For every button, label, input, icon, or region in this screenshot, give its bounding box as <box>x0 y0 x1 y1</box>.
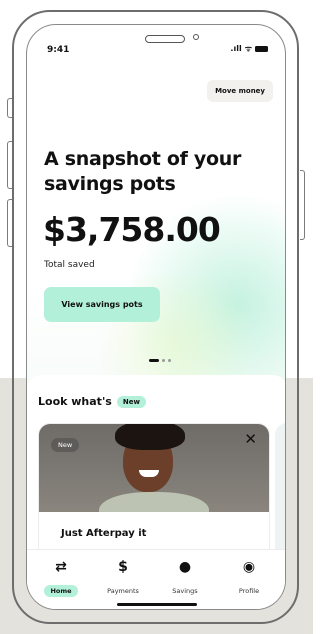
profile-icon: ◉ <box>242 559 256 575</box>
tab-label: Payments <box>107 587 139 595</box>
close-icon[interactable]: ✕ <box>244 432 257 447</box>
wifi-icon: ᯤ <box>244 44 252 53</box>
speaker-grille <box>145 35 185 43</box>
status-icons: .ıll ᯤ <box>230 45 268 53</box>
page-headline: A snapshot of your savings pots <box>44 148 242 195</box>
afterpay-arrows-icon: ⇄ <box>55 559 67 575</box>
status-time: 9:41 <box>47 45 70 55</box>
tab-label: Savings <box>172 587 198 595</box>
promo-title: Just Afterpay it <box>61 528 147 539</box>
total-saved-amount: $3,758.00 <box>43 210 221 249</box>
bottom-tab-bar: ⇄ Home $ Payments ● Savings ◉ Profile <box>27 549 285 609</box>
section-title: Look what's <box>38 395 112 408</box>
phone-screen: 9:41 .ıll ᯤ Move money A snapshot of you… <box>26 24 286 610</box>
promo-card[interactable]: New ✕ Just Afterpay it <box>38 423 270 565</box>
home-indicator[interactable] <box>117 603 197 606</box>
tab-label: Profile <box>238 587 260 595</box>
move-money-button[interactable]: Move money <box>207 80 273 102</box>
front-camera <box>193 34 199 40</box>
tab-savings[interactable]: ● Savings <box>157 558 213 597</box>
piggy-bank-icon: ● <box>178 559 192 575</box>
new-badge: New <box>116 395 146 408</box>
promo-new-badge: New <box>51 438 80 452</box>
dollar-circle-icon: $ <box>118 559 128 575</box>
tab-label: Home <box>44 585 78 597</box>
pagination-dot[interactable] <box>168 359 171 362</box>
pagination-dot-active[interactable] <box>149 359 159 362</box>
tab-home[interactable]: ⇄ Home <box>33 558 89 597</box>
carousel-pagination[interactable] <box>149 359 171 362</box>
device-power-button <box>300 170 305 240</box>
tab-payments[interactable]: $ Payments <box>95 558 151 597</box>
view-savings-pots-button[interactable]: View savings pots <box>44 287 160 322</box>
pagination-dot[interactable] <box>162 359 165 362</box>
signal-icon: .ıll <box>230 44 242 53</box>
whats-new-header: Look what's New <box>38 395 146 408</box>
battery-icon <box>255 46 268 52</box>
next-promo-card[interactable] <box>275 423 285 563</box>
tab-profile[interactable]: ◉ Profile <box>221 558 277 597</box>
total-saved-label: Total saved <box>44 260 95 270</box>
